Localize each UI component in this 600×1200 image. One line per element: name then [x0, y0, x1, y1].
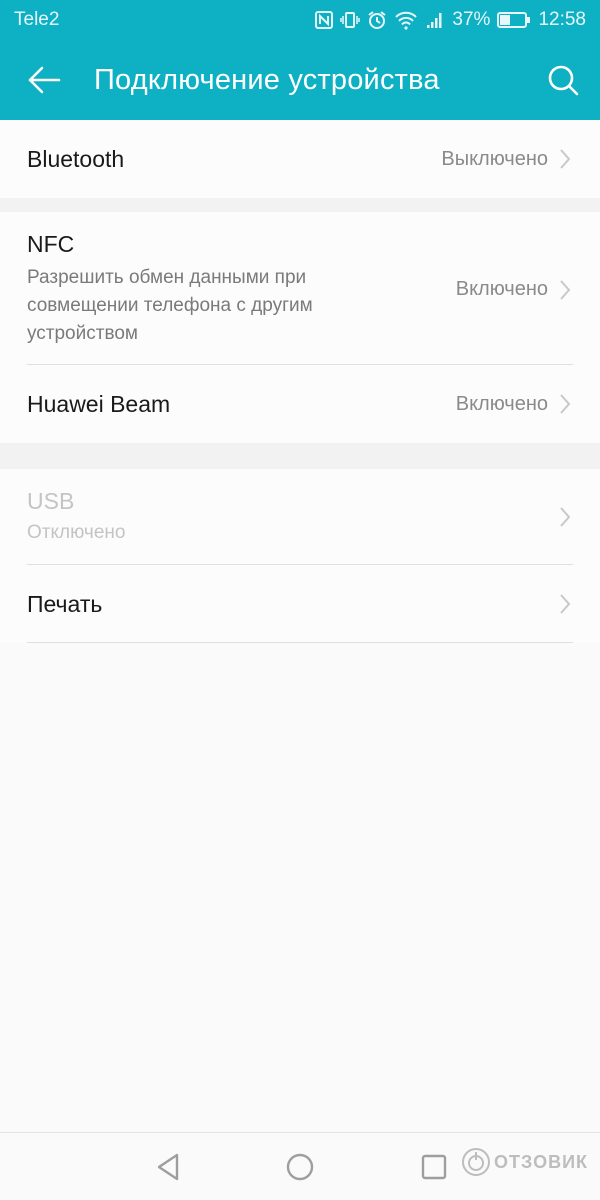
nav-recents-icon	[421, 1154, 447, 1180]
setting-label: Печать	[27, 590, 103, 617]
alarm-icon	[367, 10, 387, 30]
setting-label: Huawei Beam	[27, 390, 171, 417]
group-nfc: NFC Разрешить обмен данными при совмещен…	[0, 212, 600, 443]
setting-print[interactable]: Печать	[0, 565, 600, 643]
section-divider	[0, 443, 600, 469]
signal-icon	[425, 10, 445, 30]
watermark-text: ОТЗОВИК	[494, 1151, 588, 1172]
carrier-name: Tele2	[14, 9, 60, 30]
setting-huawei-beam[interactable]: Huawei Beam Включено	[0, 365, 600, 443]
chevron-right-icon	[560, 279, 571, 300]
back-button[interactable]	[0, 40, 94, 120]
page-title: Подключение устройства	[94, 63, 440, 96]
setting-label: Bluetooth	[27, 145, 125, 172]
navigation-bar: ОТЗОВИК	[0, 1132, 600, 1200]
nav-home-button[interactable]	[282, 1149, 318, 1185]
nfc-icon	[315, 10, 334, 30]
battery-icon	[497, 11, 531, 29]
nav-back-icon	[157, 1153, 179, 1181]
clock: 12:58	[538, 9, 586, 30]
setting-value: Включено	[455, 392, 548, 415]
setting-value: Включено	[455, 278, 548, 300]
power-logo-icon	[462, 1148, 491, 1176]
setting-description: Разрешить обмен данными при совмещении т…	[27, 267, 313, 344]
setting-value: Выключено	[441, 147, 548, 170]
setting-nfc[interactable]: NFC Разрешить обмен данными при совмещен…	[0, 212, 600, 365]
watermark: ОТЗОВИК	[461, 1147, 588, 1177]
chevron-right-icon	[560, 507, 571, 527]
battery-percent: 37%	[452, 9, 491, 30]
status-bar: Tele2 37% 12:58	[0, 0, 600, 40]
arrow-left-icon	[28, 66, 61, 94]
chevron-right-icon	[560, 394, 571, 414]
group-bluetooth: Bluetooth Выключено	[0, 120, 600, 198]
search-button[interactable]	[526, 40, 600, 120]
app-bar: Подключение устройства	[0, 40, 600, 120]
group-other: USB Отключено Печать	[0, 469, 600, 643]
vibrate-icon	[340, 10, 361, 30]
section-divider	[0, 198, 600, 212]
setting-bluetooth[interactable]: Bluetooth Выключено	[0, 120, 600, 198]
chevron-right-icon	[560, 594, 571, 614]
search-icon	[548, 65, 579, 96]
nav-back-button[interactable]	[150, 1149, 186, 1185]
nav-recents-button[interactable]	[416, 1149, 452, 1185]
setting-usb[interactable]: USB Отключено	[0, 469, 600, 565]
setting-description: Отключено	[27, 521, 126, 543]
nav-home-icon	[286, 1153, 314, 1181]
status-icons: 37% 12:58	[315, 9, 586, 31]
setting-label: USB	[27, 487, 75, 514]
setting-label: NFC	[27, 231, 75, 257]
chevron-right-icon	[560, 149, 571, 169]
wifi-icon	[394, 10, 418, 30]
settings-list: Bluetooth Выключено NFC Разрешить обмен …	[0, 120, 600, 643]
